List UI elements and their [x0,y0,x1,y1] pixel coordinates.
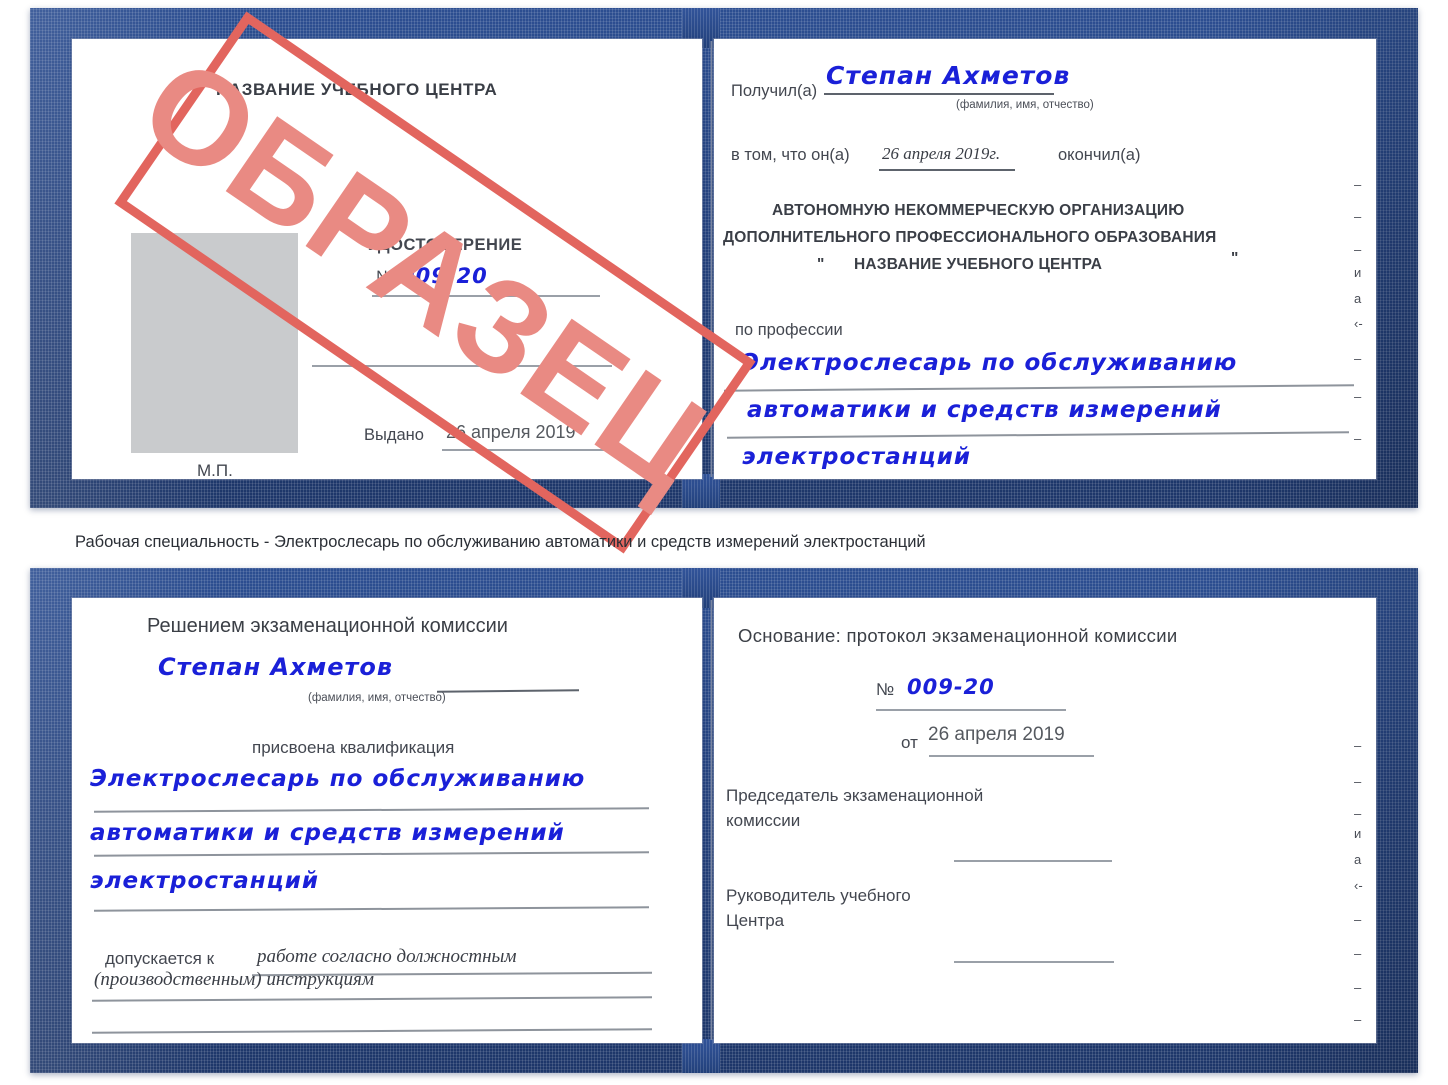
decision-title: Решением экзаменационной комиссии [147,615,508,637]
completion-date-rule [879,169,1015,171]
bottom-right-page: Основание: протокол экзаменационной коми… [714,598,1376,1043]
completion-date-value: 26 апреля 2019г. [882,144,1001,163]
protocol-date-value: 26 апреля 2019 [928,724,1065,745]
chairman-signature-rule [954,860,1112,862]
edge-fragment-b2: – [1354,774,1362,789]
edge-fragment-b1: – [1354,738,1362,753]
name-caption: (фамилия, имя, отчество) [956,99,1094,111]
spine-strap-bottom [682,474,720,508]
issued-label: Выдано [364,426,424,444]
issued-date-rule [442,449,614,451]
chairman-line-2: комиссии [726,811,801,830]
chairman-line-1: Председатель экзаменационной [726,786,984,805]
organization-line-2: ДОПОЛНИТЕЛЬНОГО ПРОФЕССИОНАЛЬНОГО ОБРАЗО… [723,229,1217,246]
profession-line-2: автоматики и средств измерений [747,397,1222,423]
basis-label: Основание: протокол экзаменационной коми… [738,625,1178,646]
allowed-line-1: работе согласно должностным [257,946,517,967]
seal-place-label: М.П. [197,461,233,479]
bottom-name-caption: (фамилия, имя, отчество) [308,692,446,704]
protocol-number-symbol: № [876,680,895,699]
protocol-number-value: 009-20 [907,675,995,699]
edge-fragment-5: а [1354,291,1362,306]
number-rule [372,295,600,297]
edge-fragment-b6: ‹- [1354,878,1363,893]
edge-fragment-2: – [1354,209,1362,224]
certificate-bottom: Решением экзаменационной комиссии Степан… [30,568,1418,1073]
profession-line-1: Электрослесарь по обслуживанию [742,350,1238,376]
image-caption: Рабочая специальность - Электрослесарь п… [75,533,926,551]
qualification-rule-3 [94,906,649,912]
training-center-name-heading: НАЗВАНИЕ УЧЕБНОГО ЦЕНТРА [216,80,498,99]
edge-fragment-b3: – [1354,806,1362,821]
edge-fragment-b7: – [1354,912,1362,927]
organization-line-1: АВТОНОМНУЮ НЕКОММЕРЧЕСКУЮ ОРГАНИЗАЦИЮ [772,202,1185,219]
edge-fragment-1: – [1354,177,1362,192]
received-label: Получил(а) [731,82,818,100]
bottom-left-page: Решением экзаменационной комиссии Степан… [72,598,702,1043]
edge-fragment-b10: – [1354,1012,1362,1027]
edge-fragment-9: – [1354,431,1362,446]
finished-label: окончил(а) [1058,146,1141,164]
bottom-name-rule [436,689,580,693]
photo-placeholder [131,233,298,453]
edge-fragment-6: ‹- [1354,316,1363,331]
from-label: от [901,733,918,752]
edge-fragment-b9: – [1354,980,1362,995]
edge-fragment-b8: – [1354,946,1362,961]
document-type-title: УДОСТОВЕРЕНИЕ [368,236,523,254]
edge-fragment-7: – [1354,351,1362,366]
head-line-1: Руководитель учебного [726,886,911,905]
protocol-date-rule [929,755,1094,757]
organization-quote-open: " [817,256,825,273]
profession-line-3: электростанций [742,444,971,470]
profession-label: по профессии [735,321,843,339]
allowed-label: допускается к [105,949,215,968]
top-right-page: Получил(а) Степан Ахметов (фамилия, имя,… [714,39,1376,479]
certificate-number-value: 009-20 [400,264,488,288]
recipient-name: Степан Ахметов [826,61,1071,90]
edge-fragment-8: – [1354,389,1362,404]
spine-strap-bottom-2 [682,1039,720,1073]
qualification-line-3: электростанций [90,868,319,894]
allowed-rule-2 [92,996,652,1002]
spine-hinge-bottom [710,600,713,1040]
number-symbol: № [376,268,394,286]
allowed-rule-3 [92,1028,652,1034]
qualification-rule-1 [94,807,649,813]
edge-fragment-3: – [1354,242,1362,257]
head-signature-rule [954,961,1114,963]
qualification-rule-2 [94,851,649,857]
that-he-label: в том, что он(а) [731,146,850,164]
qualification-label: присвоена квалификация [252,738,455,757]
organization-quote-close: " [1231,250,1239,267]
edge-fragment-4: и [1354,265,1362,280]
qualification-line-2: автоматики и средств измерений [90,820,565,846]
qualification-line-1: Электрослесарь по обслуживанию [90,766,586,792]
blank-rule-1 [312,365,612,367]
issued-date-value: 26 апреля 2019 [446,422,576,442]
top-left-page: НАЗВАНИЕ УЧЕБНОГО ЦЕНТРА УДОСТОВЕРЕНИЕ №… [72,39,702,479]
head-line-2: Центра [726,911,785,930]
organization-line-3: НАЗВАНИЕ УЧЕБНОГО ЦЕНТРА [854,256,1103,273]
profession-rule-2 [727,431,1349,439]
profession-rule-1 [724,384,1354,392]
bottom-recipient-name: Степан Ахметов [158,653,394,681]
protocol-number-rule [876,709,1066,711]
edge-fragment-b4: и [1354,826,1362,841]
certificate-top: НАЗВАНИЕ УЧЕБНОГО ЦЕНТРА УДОСТОВЕРЕНИЕ №… [30,8,1418,554]
spine-hinge-top [710,41,713,477]
recipient-name-rule [824,93,1054,95]
allowed-line-2: (производственным) инструкциям [94,969,374,990]
edge-fragment-b5: а [1354,852,1362,867]
